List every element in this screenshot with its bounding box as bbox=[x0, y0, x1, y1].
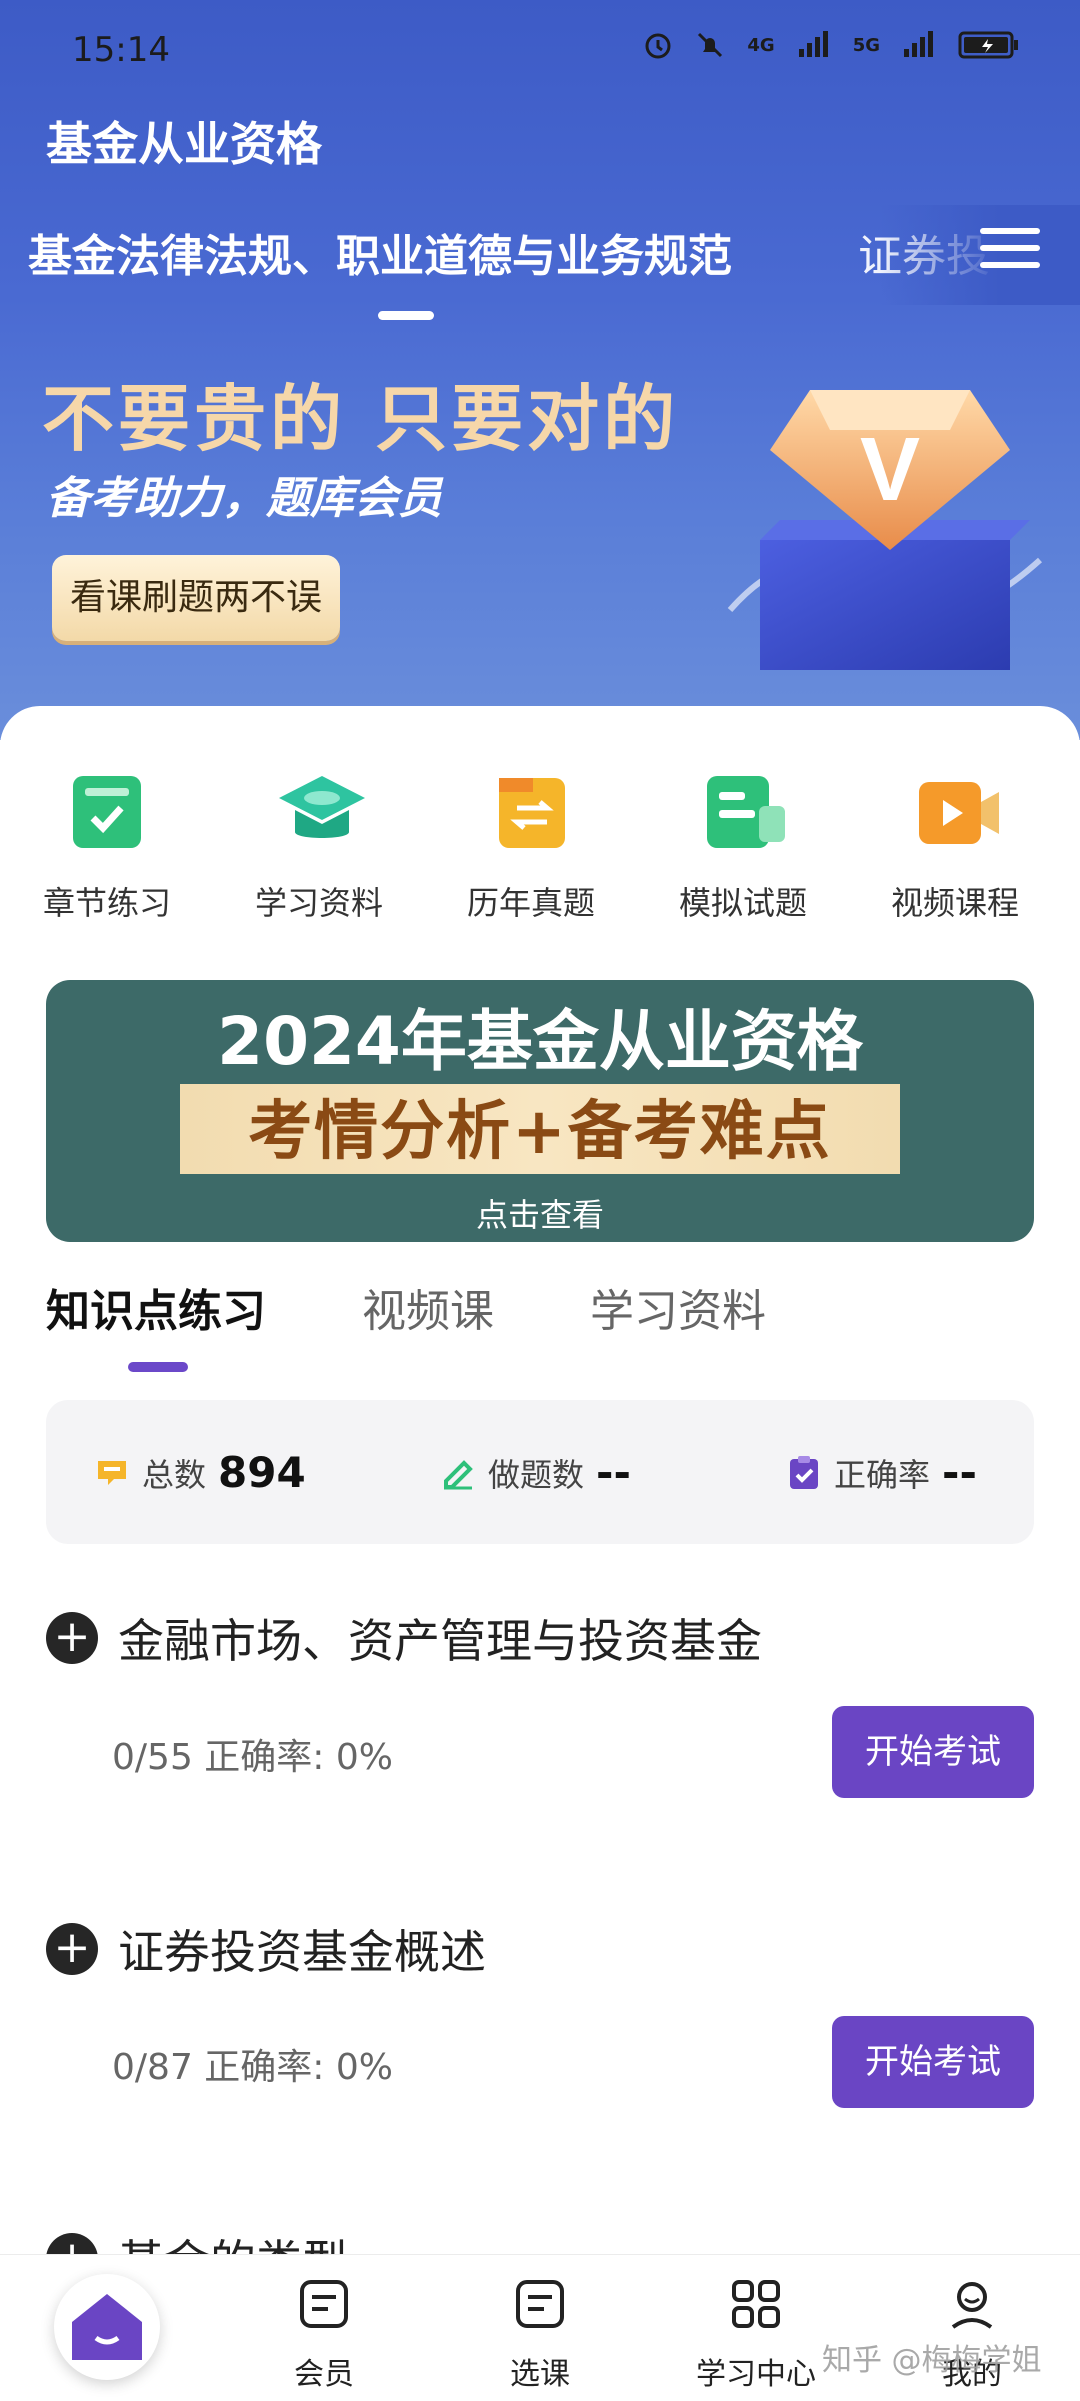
expand-plus-icon[interactable]: + bbox=[46, 1612, 98, 1664]
stat-done: 做题数 -- bbox=[440, 1448, 631, 1497]
grid-apps-icon bbox=[732, 2280, 780, 2328]
vip-gem-icon: V bbox=[727, 390, 1043, 670]
tab-indicator bbox=[128, 1362, 188, 1372]
nav-label: 会员 bbox=[294, 2357, 354, 2392]
mock-exam-icon bbox=[701, 770, 785, 854]
stat-accuracy: 正确率 -- bbox=[786, 1448, 977, 1497]
subject-tab-active[interactable]: 基金法律法规、职业道德与业务规范 bbox=[28, 220, 732, 284]
start-exam-button[interactable]: 开始考试 bbox=[832, 1706, 1034, 1798]
pencil-icon bbox=[444, 1459, 473, 1489]
nav-item-membership[interactable]: 会员 bbox=[244, 2277, 404, 2393]
stat-label: 做题数 bbox=[488, 1455, 585, 1494]
quick-action-label: 历年真题 bbox=[466, 884, 595, 922]
stat-value: -- bbox=[942, 1448, 977, 1497]
nav-item-courses[interactable]: 选课 bbox=[460, 2277, 620, 2393]
quick-action-mock-exams[interactable]: 模拟试题 bbox=[648, 770, 838, 924]
signal-4g-icon: 4G bbox=[747, 34, 775, 56]
section-progress: 0/55 正确率: 0% bbox=[112, 1737, 393, 1778]
section-header[interactable]: + 金融市场、资产管理与投资基金 bbox=[46, 1605, 762, 1671]
banner-subline: 备考助力，题库会员 bbox=[46, 473, 442, 524]
tab-video[interactable]: 视频课 bbox=[362, 1275, 494, 1339]
hero-header: 15:14 4G 5G 基金从业资格 基金法律法规、职业道德与业务规范 证券投 … bbox=[0, 0, 1080, 740]
stat-label: 总数 bbox=[142, 1455, 207, 1494]
mute-bell-icon bbox=[698, 32, 723, 58]
quick-action-label: 章节练习 bbox=[42, 884, 171, 922]
chapter-practice-icon bbox=[65, 770, 149, 854]
promo-subtitle: 考情分析+备考难点 bbox=[248, 1095, 832, 1169]
graduation-cap-icon bbox=[277, 770, 365, 854]
tab-knowledge-practice[interactable]: 知识点练习 bbox=[46, 1275, 266, 1339]
stat-label: 正确率 bbox=[834, 1455, 931, 1494]
section-header[interactable]: + 证券投资基金概述 bbox=[46, 1916, 486, 1982]
quick-action-label: 视频课程 bbox=[890, 884, 1019, 922]
tab-materials[interactable]: 学习资料 bbox=[590, 1275, 766, 1339]
promo-title: 2024年基金从业资格 bbox=[217, 1003, 863, 1080]
promo-cta: 点击查看 bbox=[475, 1196, 604, 1234]
quick-action-study-materials[interactable]: 学习资料 bbox=[224, 770, 414, 924]
signal-bars-icon bbox=[904, 31, 933, 57]
nav-label: 选课 bbox=[510, 2357, 570, 2392]
vip-letter: V bbox=[860, 420, 920, 520]
membership-card-icon bbox=[300, 2280, 348, 2328]
status-time: 15:14 bbox=[72, 30, 170, 70]
content-sheet bbox=[0, 706, 1080, 2400]
hamburger-menu-icon bbox=[980, 228, 1040, 268]
watermark: 知乎 @梅梅学姐 bbox=[822, 2343, 1042, 2378]
promo-banner[interactable]: 2024年基金从业资格 考情分析+备考难点 点击查看 bbox=[46, 980, 1034, 1242]
nav-item-study-center[interactable]: 学习中心 bbox=[676, 2277, 836, 2393]
stat-value: -- bbox=[596, 1448, 631, 1497]
stat-value: 894 bbox=[218, 1448, 306, 1497]
app-title: 基金从业资格 bbox=[46, 117, 322, 171]
video-course-icon bbox=[913, 770, 999, 854]
signal-5g-icon: 5G bbox=[852, 34, 880, 56]
quick-action-past-exams[interactable]: 历年真题 bbox=[436, 770, 626, 924]
user-profile-icon bbox=[951, 2282, 993, 2329]
expand-plus-icon[interactable]: + bbox=[46, 1923, 98, 1975]
section-title: 证券投资基金概述 bbox=[118, 1925, 486, 1979]
clipboard-check-icon bbox=[790, 1455, 818, 1489]
banner-headline: 不要贵的 只要对的 bbox=[42, 377, 680, 461]
past-exam-book-icon bbox=[489, 770, 573, 854]
quick-action-chapter-practice[interactable]: 章节练习 bbox=[12, 770, 202, 924]
subject-tab-indicator bbox=[378, 311, 434, 320]
nav-label: 学习中心 bbox=[696, 2357, 816, 2392]
course-select-icon bbox=[516, 2280, 564, 2328]
home-icon bbox=[72, 2294, 142, 2360]
stats-card: 总数 894 做题数 -- 正确率 -- bbox=[46, 1400, 1034, 1544]
status-bar: 15:14 4G 5G bbox=[0, 0, 1080, 100]
banner-button[interactable]: 看课刷题两不误 bbox=[52, 555, 340, 641]
signal-bars-icon bbox=[798, 31, 828, 57]
battery-charging-icon bbox=[958, 31, 1018, 59]
quick-action-video-courses[interactable]: 视频课程 bbox=[860, 770, 1050, 924]
alarm-icon bbox=[645, 33, 671, 59]
start-exam-button[interactable]: 开始考试 bbox=[832, 2016, 1034, 2108]
home-button[interactable] bbox=[54, 2274, 160, 2380]
quick-action-label: 学习资料 bbox=[254, 884, 383, 922]
section-progress: 0/87 正确率: 0% bbox=[112, 2047, 393, 2088]
total-count-icon bbox=[98, 1460, 126, 1485]
status-icons: 4G 5G bbox=[643, 30, 1020, 60]
section-title: 金融市场、资产管理与投资基金 bbox=[118, 1614, 762, 1668]
menu-button[interactable] bbox=[980, 228, 1040, 278]
quick-action-label: 模拟试题 bbox=[678, 884, 807, 922]
stat-total: 总数 894 bbox=[94, 1448, 306, 1497]
